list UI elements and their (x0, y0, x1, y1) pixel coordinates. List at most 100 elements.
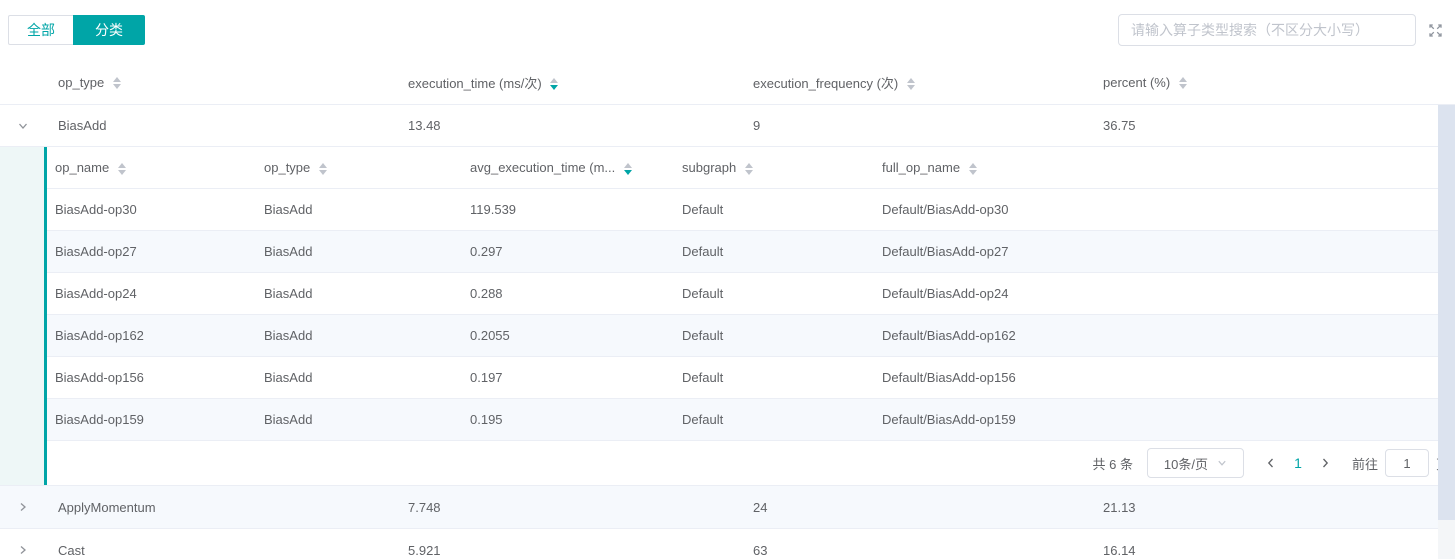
column-header-execution-time[interactable]: execution_time (ms/次) (408, 73, 753, 92)
fullscreen-icon (1428, 23, 1443, 38)
op-name-cell: BiasAdd-op27 (47, 244, 256, 259)
execution-frequency-cell: 63 (753, 543, 1103, 558)
sort-carets-icon[interactable] (1179, 77, 1187, 89)
op-type-cell: BiasAdd (0, 118, 408, 133)
sort-carets-icon[interactable] (907, 78, 915, 90)
sort-carets-icon[interactable] (118, 163, 126, 175)
subgraph-cell: Default (674, 202, 874, 217)
execution-time-cell: 7.748 (408, 500, 753, 515)
avg-execution-time-cell: 0.2055 (462, 328, 674, 343)
full-op-name-cell: Default/BiasAdd-op159 (874, 412, 1455, 427)
sort-carets-icon[interactable] (319, 163, 327, 175)
table-row[interactable]: BiasAdd-op24 BiasAdd 0.288 Default Defau… (47, 273, 1455, 315)
column-label: op_type (58, 75, 104, 90)
outer-table-header: op_type execution_time (ms/次) execution_… (0, 60, 1455, 105)
chevron-right-icon[interactable] (17, 544, 29, 556)
subgraph-cell: Default (674, 412, 874, 427)
column-header-subgraph[interactable]: subgraph (674, 160, 874, 175)
op-type-cell: BiasAdd (256, 202, 462, 217)
chevron-left-icon (1265, 457, 1277, 469)
column-header-op-type[interactable]: op_type (256, 160, 462, 175)
execution-time-cell: 13.48 (408, 118, 753, 133)
percent-cell: 16.14 (1103, 543, 1455, 558)
expanded-detail-panel: op_name op_type avg_execution_time (m...… (0, 147, 1455, 486)
subgraph-cell: Default (674, 370, 874, 385)
column-header-percent[interactable]: percent (%) (1103, 75, 1455, 90)
sort-carets-icon[interactable] (745, 163, 753, 175)
column-header-op-name[interactable]: op_name (47, 160, 256, 175)
column-label: op_name (55, 160, 109, 175)
op-type-value: BiasAdd (58, 118, 106, 133)
column-header-avg-execution-time[interactable]: avg_execution_time (m... (462, 160, 674, 175)
op-type-cell: BiasAdd (256, 244, 462, 259)
execution-frequency-cell: 9 (753, 118, 1103, 133)
column-header-execution-frequency[interactable]: execution_frequency (次) (753, 73, 1103, 92)
chevron-right-icon (1319, 457, 1331, 469)
next-page-button[interactable] (1312, 449, 1338, 477)
sort-carets-icon[interactable] (624, 163, 632, 175)
vertical-scrollbar-track[interactable] (1438, 105, 1455, 559)
subgraph-cell: Default (674, 328, 874, 343)
avg-execution-time-cell: 0.297 (462, 244, 674, 259)
table-row[interactable]: BiasAdd-op162 BiasAdd 0.2055 Default Def… (47, 315, 1455, 357)
op-type-cell: BiasAdd (256, 412, 462, 427)
column-label: avg_execution_time (m... (470, 160, 615, 175)
full-op-name-cell: Default/BiasAdd-op24 (874, 286, 1455, 301)
op-name-cell: BiasAdd-op162 (47, 328, 256, 343)
op-type-value: ApplyMomentum (58, 500, 156, 515)
column-header-full-op-name[interactable]: full_op_name (874, 160, 1455, 175)
pagination: 共 6 条 10条/页 1 (47, 441, 1455, 485)
tab-category[interactable]: 分类 (73, 15, 145, 45)
full-op-name-cell: Default/BiasAdd-op27 (874, 244, 1455, 259)
table-row[interactable]: BiasAdd-op156 BiasAdd 0.197 Default Defa… (47, 357, 1455, 399)
goto-page-input[interactable] (1385, 449, 1429, 477)
op-type-cell: BiasAdd (256, 328, 462, 343)
op-name-cell: BiasAdd-op159 (47, 412, 256, 427)
op-name-cell: BiasAdd-op24 (47, 286, 256, 301)
page-size-select[interactable]: 10条/页 (1147, 448, 1244, 478)
chevron-down-icon[interactable] (17, 120, 29, 132)
op-type-cell: ApplyMomentum (0, 500, 408, 515)
op-type-cell: BiasAdd (256, 370, 462, 385)
column-label: subgraph (682, 160, 736, 175)
op-type-value: Cast (58, 543, 85, 558)
current-page[interactable]: 1 (1284, 455, 1312, 471)
column-label: percent (%) (1103, 75, 1170, 90)
expanded-gutter (0, 147, 44, 485)
tab-group: 全部 分类 (8, 15, 145, 45)
avg-execution-time-cell: 0.288 (462, 286, 674, 301)
op-type-cell: BiasAdd (256, 286, 462, 301)
fullscreen-button[interactable] (1422, 17, 1448, 43)
sort-carets-icon[interactable] (969, 163, 977, 175)
table-row-cast[interactable]: Cast 5.921 63 16.14 (0, 529, 1455, 559)
pagination-total: 共 6 条 (1093, 454, 1133, 473)
toolbar: 全部 分类 (0, 0, 1455, 60)
avg-execution-time-cell: 119.539 (462, 202, 674, 217)
sort-carets-icon[interactable] (550, 78, 558, 90)
vertical-scrollbar-thumb[interactable] (1438, 105, 1455, 520)
column-label: execution_time (ms/次) (408, 76, 542, 91)
chevron-right-icon[interactable] (17, 501, 29, 513)
prev-page-button[interactable] (1258, 449, 1284, 477)
sort-carets-icon[interactable] (113, 77, 121, 89)
subgraph-cell: Default (674, 244, 874, 259)
table-row-applymomentum[interactable]: ApplyMomentum 7.748 24 21.13 (0, 486, 1455, 529)
full-op-name-cell: Default/BiasAdd-op30 (874, 202, 1455, 217)
op-type-cell: Cast (0, 543, 408, 558)
full-op-name-cell: Default/BiasAdd-op162 (874, 328, 1455, 343)
operator-profiler-page: 全部 分类 op_type executio (0, 0, 1455, 559)
column-header-op-type[interactable]: op_type (0, 75, 408, 90)
table-row-biasadd[interactable]: BiasAdd 13.48 9 36.75 (0, 105, 1455, 147)
table-row[interactable]: BiasAdd-op159 BiasAdd 0.195 Default Defa… (47, 399, 1455, 441)
full-op-name-cell: Default/BiasAdd-op156 (874, 370, 1455, 385)
toolbar-right (1118, 14, 1448, 46)
search-input[interactable] (1118, 14, 1416, 46)
column-label: full_op_name (882, 160, 960, 175)
table-row[interactable]: BiasAdd-op27 BiasAdd 0.297 Default Defau… (47, 231, 1455, 273)
tab-all[interactable]: 全部 (8, 15, 73, 45)
execution-time-cell: 5.921 (408, 543, 753, 558)
table-row[interactable]: BiasAdd-op30 BiasAdd 119.539 Default Def… (47, 189, 1455, 231)
percent-cell: 36.75 (1103, 118, 1455, 133)
inner-table-header: op_name op_type avg_execution_time (m...… (47, 147, 1455, 189)
op-name-cell: BiasAdd-op156 (47, 370, 256, 385)
